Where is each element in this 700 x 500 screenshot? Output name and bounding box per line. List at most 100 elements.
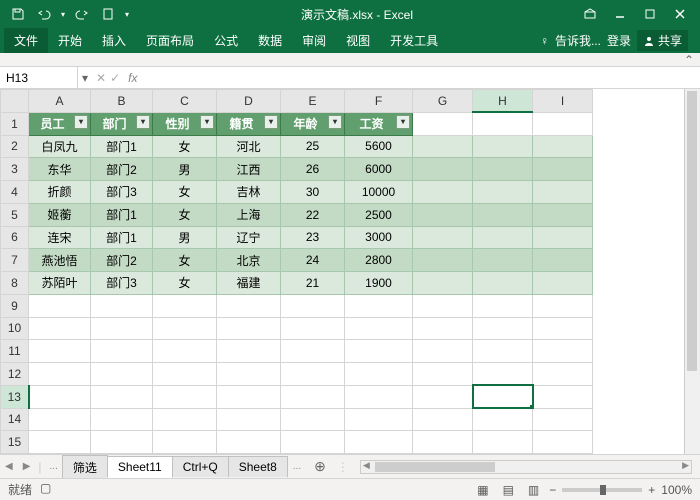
- col-header-F[interactable]: F: [345, 90, 413, 113]
- cell-I2[interactable]: [533, 135, 593, 158]
- cell-H11[interactable]: [473, 340, 533, 363]
- col-header-C[interactable]: C: [153, 90, 217, 113]
- cell-B15[interactable]: [91, 431, 153, 454]
- cell-A2[interactable]: 白凤九: [29, 135, 91, 158]
- cell-B9[interactable]: [91, 294, 153, 317]
- cell-E1[interactable]: 年龄▾: [281, 112, 345, 135]
- minimize-button[interactable]: [606, 2, 634, 26]
- cell-I10[interactable]: [533, 317, 593, 340]
- cell-B3[interactable]: 部门2: [91, 158, 153, 181]
- cell-I8[interactable]: [533, 272, 593, 295]
- cell-E14[interactable]: [281, 408, 345, 431]
- cell-D13[interactable]: [217, 385, 281, 408]
- cell-E7[interactable]: 24: [281, 249, 345, 272]
- cell-G9[interactable]: [413, 294, 473, 317]
- cell-I12[interactable]: [533, 363, 593, 386]
- cell-B13[interactable]: [91, 385, 153, 408]
- add-sheet-button[interactable]: ⊕: [306, 458, 334, 475]
- name-box-dropdown[interactable]: ▾: [78, 71, 92, 85]
- row-header-9[interactable]: 9: [1, 294, 29, 317]
- cell-F8[interactable]: 1900: [345, 272, 413, 295]
- zoom-value[interactable]: 100%: [661, 483, 692, 497]
- vscroll-thumb[interactable]: [687, 91, 697, 371]
- tab-视图[interactable]: 视图: [336, 28, 380, 53]
- cell-H14[interactable]: [473, 408, 533, 431]
- cell-E13[interactable]: [281, 385, 345, 408]
- sheet-tab-Sheet11[interactable]: Sheet11: [107, 456, 173, 478]
- zoom-thumb[interactable]: [600, 485, 606, 495]
- cell-A15[interactable]: [29, 431, 91, 454]
- cell-D8[interactable]: 福建: [217, 272, 281, 295]
- cell-E9[interactable]: [281, 294, 345, 317]
- ribbon-options-button[interactable]: [576, 2, 604, 26]
- cell-G1[interactable]: [413, 112, 473, 135]
- macro-record-icon[interactable]: ▢: [40, 481, 51, 498]
- cell-E11[interactable]: [281, 340, 345, 363]
- cell-B12[interactable]: [91, 363, 153, 386]
- tab-页面布局[interactable]: 页面布局: [136, 28, 204, 53]
- row-header-5[interactable]: 5: [1, 203, 29, 226]
- tab-公式[interactable]: 公式: [204, 28, 248, 53]
- qat-dropdown[interactable]: ▾: [122, 2, 132, 26]
- cell-H2[interactable]: [473, 135, 533, 158]
- cell-A9[interactable]: [29, 294, 91, 317]
- cell-B4[interactable]: 部门3: [91, 181, 153, 204]
- cell-I13[interactable]: [533, 385, 593, 408]
- accept-formula-icon[interactable]: ✓: [110, 71, 120, 85]
- cell-H6[interactable]: [473, 226, 533, 249]
- cell-H1[interactable]: [473, 112, 533, 135]
- cell-G14[interactable]: [413, 408, 473, 431]
- cell-B7[interactable]: 部门2: [91, 249, 153, 272]
- cell-E4[interactable]: 30: [281, 181, 345, 204]
- cell-F10[interactable]: [345, 317, 413, 340]
- col-header-E[interactable]: E: [281, 90, 345, 113]
- cell-F14[interactable]: [345, 408, 413, 431]
- cell-A5[interactable]: 姬蘅: [29, 203, 91, 226]
- redo-button[interactable]: [70, 2, 94, 26]
- tab-开始[interactable]: 开始: [48, 28, 92, 53]
- cell-F11[interactable]: [345, 340, 413, 363]
- view-layout-icon[interactable]: ▤: [499, 483, 518, 497]
- cell-A10[interactable]: [29, 317, 91, 340]
- row-header-2[interactable]: 2: [1, 135, 29, 158]
- cell-A14[interactable]: [29, 408, 91, 431]
- cell-F15[interactable]: [345, 431, 413, 454]
- hscroll-left[interactable]: ◀: [363, 460, 370, 471]
- sheet-tab-筛选[interactable]: 筛选: [62, 455, 108, 479]
- cell-C8[interactable]: 女: [153, 272, 217, 295]
- cell-G5[interactable]: [413, 203, 473, 226]
- vertical-scrollbar[interactable]: [684, 89, 700, 454]
- cell-H4[interactable]: [473, 181, 533, 204]
- cell-A3[interactable]: 东华: [29, 158, 91, 181]
- cell-I11[interactable]: [533, 340, 593, 363]
- row-header-1[interactable]: 1: [1, 112, 29, 135]
- row-header-15[interactable]: 15: [1, 431, 29, 454]
- hscroll-thumb[interactable]: [375, 462, 495, 472]
- tab-file[interactable]: 文件: [4, 28, 48, 53]
- cell-C11[interactable]: [153, 340, 217, 363]
- cell-D9[interactable]: [217, 294, 281, 317]
- cell-B6[interactable]: 部门1: [91, 226, 153, 249]
- cell-D11[interactable]: [217, 340, 281, 363]
- row-header-3[interactable]: 3: [1, 158, 29, 181]
- cell-I9[interactable]: [533, 294, 593, 317]
- row-header-6[interactable]: 6: [1, 226, 29, 249]
- cell-A6[interactable]: 连宋: [29, 226, 91, 249]
- row-header-11[interactable]: 11: [1, 340, 29, 363]
- sheet-tab-Sheet8[interactable]: Sheet8: [228, 456, 288, 477]
- cancel-formula-icon[interactable]: ✕: [96, 71, 106, 85]
- cell-I6[interactable]: [533, 226, 593, 249]
- col-header-D[interactable]: D: [217, 90, 281, 113]
- login-button[interactable]: 登录: [607, 32, 631, 49]
- cell-H3[interactable]: [473, 158, 533, 181]
- cell-G7[interactable]: [413, 249, 473, 272]
- cell-F1[interactable]: 工资▾: [345, 112, 413, 135]
- cell-G6[interactable]: [413, 226, 473, 249]
- cell-E12[interactable]: [281, 363, 345, 386]
- cell-C4[interactable]: 女: [153, 181, 217, 204]
- filter-dropdown-D[interactable]: ▾: [264, 115, 278, 129]
- cell-F2[interactable]: 5600: [345, 135, 413, 158]
- cell-G12[interactable]: [413, 363, 473, 386]
- cell-C1[interactable]: 性别▾: [153, 112, 217, 135]
- cell-G15[interactable]: [413, 431, 473, 454]
